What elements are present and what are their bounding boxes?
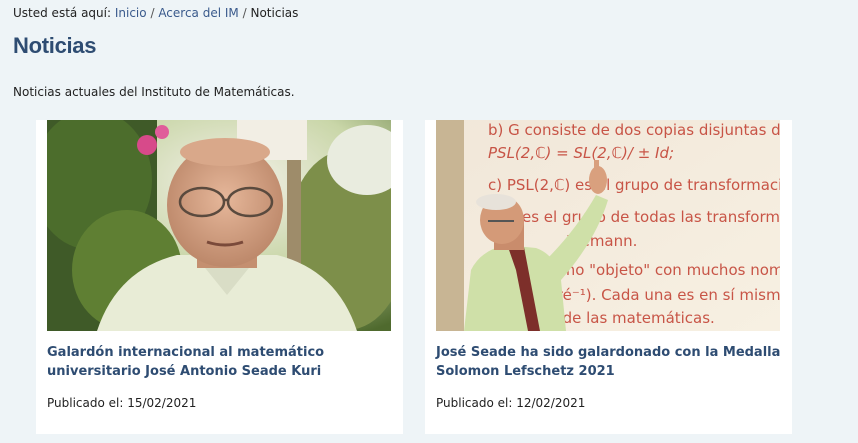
slide-text-line: b) G consiste de dos copias disjuntas de… [488,121,780,139]
news-title-link[interactable]: José Seade ha sido galardonado con la Me… [436,343,782,381]
news-card: b) G consiste de dos copias disjuntas de… [425,120,792,434]
page-title: Noticias [13,33,97,58]
news-photo-portrait [47,120,391,331]
news-photo-lecture: b) G consiste de dos copias disjuntas de… [436,120,780,331]
news-card: Galardón internacional al matemático uni… [36,120,403,434]
breadcrumb-link-inicio[interactable]: Inicio [115,6,147,20]
slide-text-line: c) PSL(2,ℂ) es el grupo de transformacio… [488,176,780,194]
slide-text-line: es el grupo de todas las transformacione… [522,208,780,226]
breadcrumb-prefix: Usted está aquí: [13,6,112,20]
breadcrumb-separator: / [242,6,247,20]
breadcrumb-link-acerca[interactable]: Acerca del IM [158,6,238,20]
breadcrumb-current: Noticias [250,6,299,20]
news-date: Publicado el: 15/02/2021 [47,396,197,410]
news-image-link[interactable]: b) G consiste de dos copias disjuntas de… [436,120,780,331]
breadcrumb: Usted está aquí: Inicio / Acerca del IM … [13,6,298,20]
slide-text-line: PSL(2,ℂ) = SL(2,ℂ)/ ± Id; [488,144,674,162]
news-date: Publicado el: 12/02/2021 [436,396,586,410]
news-image-link[interactable] [47,120,391,331]
news-title-link[interactable]: Galardón internacional al matemático uni… [47,343,393,381]
breadcrumb-separator: / [150,6,155,20]
page-intro: Noticias actuales del Instituto de Matem… [13,85,295,99]
